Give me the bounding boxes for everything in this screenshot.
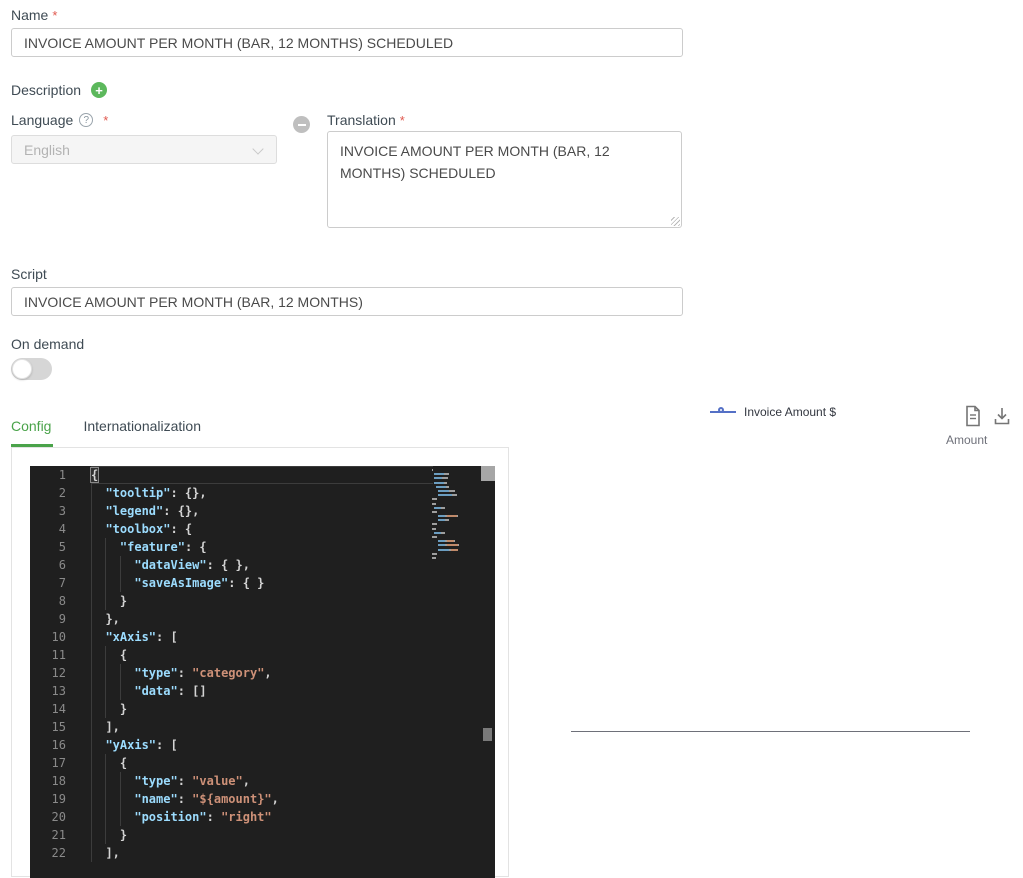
editor-gutter: 12345678910111213141516171819202122 [30, 466, 66, 862]
line-number: 9 [30, 610, 66, 628]
name-label: Name * [11, 7, 57, 23]
line-number: 4 [30, 520, 66, 538]
tab-config[interactable]: Config [11, 415, 51, 447]
minimap-content [432, 469, 480, 559]
translation-textarea[interactable]: INVOICE AMOUNT PER MONTH (BAR, 12 MONTHS… [327, 131, 682, 228]
line-number: 1 [30, 466, 66, 484]
code-line[interactable]: "toolbox": { [91, 520, 433, 538]
line-number: 10 [30, 628, 66, 646]
indent-guide [105, 754, 106, 844]
required-asterisk: * [103, 113, 108, 128]
question-circle-icon[interactable]: ? [79, 113, 93, 127]
code-line[interactable]: "yAxis": [ [91, 736, 433, 754]
language-select[interactable]: English [11, 135, 277, 164]
scrollbar-decoration [483, 728, 492, 741]
line-number: 13 [30, 682, 66, 700]
line-number: 20 [30, 808, 66, 826]
toggle-knob [12, 359, 32, 379]
code-editor[interactable]: 12345678910111213141516171819202122 { "t… [30, 466, 495, 878]
language-label: Language [11, 112, 73, 128]
line-number: 12 [30, 664, 66, 682]
code-line[interactable]: "type": "value", [91, 772, 433, 790]
line-number: 5 [30, 538, 66, 556]
description-label: Description [11, 82, 81, 98]
required-asterisk: * [52, 8, 57, 23]
translation-label: Translation [327, 112, 396, 128]
script-input[interactable] [11, 287, 683, 316]
code-line[interactable]: } [91, 700, 433, 718]
legend-label: Invoice Amount $ [744, 405, 836, 419]
indent-guide [120, 664, 121, 700]
chart-toolbox [964, 405, 1011, 427]
name-input[interactable] [11, 28, 683, 57]
line-number: 16 [30, 736, 66, 754]
line-number: 7 [30, 574, 66, 592]
code-line[interactable]: } [91, 826, 433, 844]
tab-internationalization[interactable]: Internationalization [83, 415, 201, 447]
editor-scrollbar[interactable] [481, 466, 495, 878]
tab-bar: Config Internationalization [11, 415, 509, 447]
scrollbar-thumb[interactable] [481, 466, 495, 481]
required-asterisk: * [400, 113, 405, 128]
textarea-resize-handle[interactable] [671, 217, 680, 226]
code-line[interactable]: "xAxis": [ [91, 628, 433, 646]
plus-circle-icon[interactable]: + [91, 82, 107, 98]
line-number: 21 [30, 826, 66, 844]
code-line[interactable]: "dataView": { }, [91, 556, 433, 574]
indent-guide [105, 646, 106, 718]
save-as-image-icon[interactable] [993, 405, 1011, 427]
line-number: 15 [30, 718, 66, 736]
language-select-value: English [24, 142, 70, 158]
line-number: 22 [30, 844, 66, 862]
line-number: 14 [30, 700, 66, 718]
code-lines[interactable]: { "tooltip": {}, "legend": {}, "toolbox"… [91, 466, 433, 862]
code-line[interactable]: "type": "category", [91, 664, 433, 682]
line-number: 19 [30, 790, 66, 808]
legend-line-circle-icon [710, 405, 736, 419]
minimap[interactable] [432, 469, 480, 561]
on-demand-label: On demand [11, 336, 84, 352]
indent-guide [120, 556, 121, 592]
indent-guide [105, 538, 106, 610]
line-number: 2 [30, 484, 66, 502]
code-line[interactable]: "position": "right" [91, 808, 433, 826]
code-line[interactable]: ], [91, 844, 433, 862]
indent-guide [120, 772, 121, 826]
line-number: 17 [30, 754, 66, 772]
code-line[interactable]: "feature": { [91, 538, 433, 556]
code-line[interactable]: { [91, 646, 433, 664]
code-line[interactable]: { [91, 466, 433, 484]
code-line[interactable]: } [91, 592, 433, 610]
minus-circle-icon[interactable] [293, 116, 310, 133]
yaxis-name-label: Amount [946, 433, 987, 447]
line-number: 3 [30, 502, 66, 520]
code-line[interactable]: ], [91, 718, 433, 736]
script-label: Script [11, 266, 47, 282]
on-demand-toggle[interactable] [11, 358, 52, 380]
line-number: 8 [30, 592, 66, 610]
code-line[interactable]: "legend": {}, [91, 502, 433, 520]
code-line[interactable]: { [91, 754, 433, 772]
chevron-down-icon [252, 143, 263, 154]
data-view-icon[interactable] [964, 405, 982, 427]
name-label-text: Name [11, 7, 48, 23]
xaxis-line [571, 731, 970, 732]
code-line[interactable]: "data": [] [91, 682, 433, 700]
chart-legend-item[interactable]: Invoice Amount $ [710, 405, 836, 419]
config-panel: 12345678910111213141516171819202122 { "t… [11, 447, 509, 877]
code-line[interactable]: "name": "${amount}", [91, 790, 433, 808]
code-line[interactable]: "saveAsImage": { } [91, 574, 433, 592]
indent-guide [91, 484, 92, 862]
line-number: 11 [30, 646, 66, 664]
line-number: 18 [30, 772, 66, 790]
line-number: 6 [30, 556, 66, 574]
code-line[interactable]: }, [91, 610, 433, 628]
code-line[interactable]: "tooltip": {}, [91, 484, 433, 502]
